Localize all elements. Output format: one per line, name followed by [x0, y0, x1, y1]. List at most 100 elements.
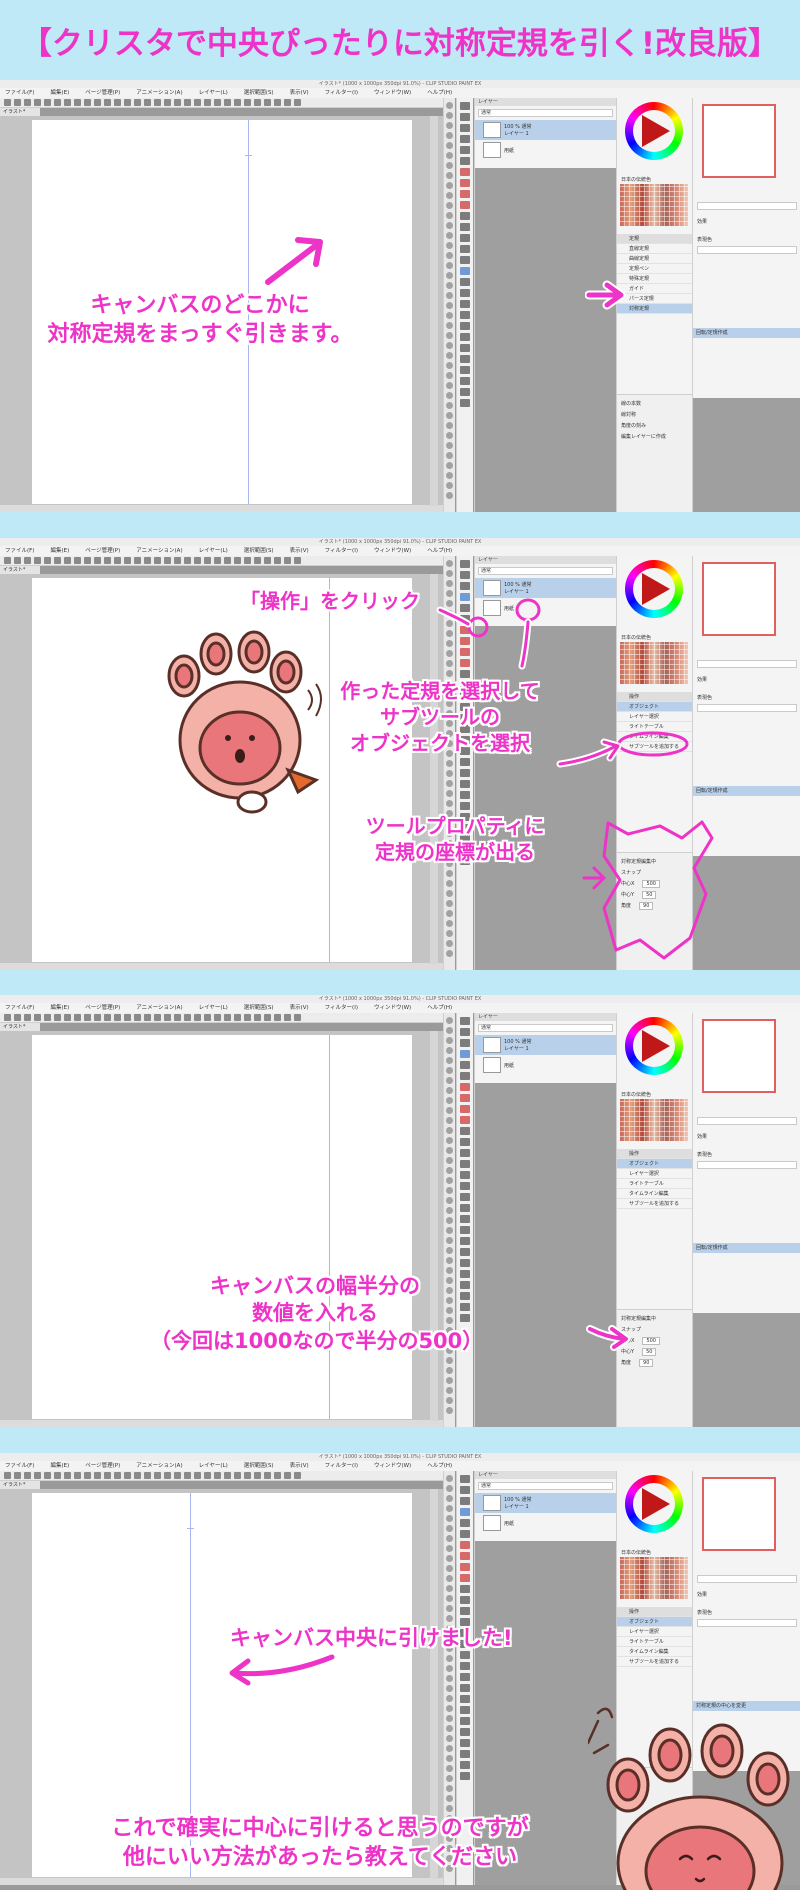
- tool-icon[interactable]: [460, 802, 470, 810]
- command-button[interactable]: [34, 1014, 41, 1021]
- subtool-item[interactable]: 定規ペン: [617, 264, 693, 274]
- command-button[interactable]: [164, 99, 171, 106]
- command-button[interactable]: [114, 1014, 121, 1021]
- command-button[interactable]: [214, 1472, 221, 1479]
- canvas-area[interactable]: [0, 116, 443, 512]
- command-button[interactable]: [224, 1472, 231, 1479]
- command-button[interactable]: [194, 557, 201, 564]
- property-row[interactable]: 線対称: [621, 410, 689, 421]
- command-button[interactable]: [4, 1014, 11, 1021]
- palette-toggle-icon[interactable]: [446, 670, 453, 677]
- menu-item[interactable]: フィルター(I): [325, 88, 358, 98]
- palette-toggle-icon[interactable]: [446, 1545, 453, 1552]
- command-button[interactable]: [74, 99, 81, 106]
- tool-icon[interactable]: [460, 1761, 470, 1769]
- palette-toggle-icon[interactable]: [446, 860, 453, 867]
- tool-icon[interactable]: [460, 1182, 470, 1190]
- palette-toggle-icon[interactable]: [446, 820, 453, 827]
- palette-toggle-icon[interactable]: [446, 1585, 453, 1592]
- menu-item[interactable]: 選択範囲(S): [244, 88, 274, 98]
- palette-toggle-icon[interactable]: [446, 1177, 453, 1184]
- tool-icon[interactable]: [460, 1497, 470, 1505]
- command-button[interactable]: [274, 1014, 281, 1021]
- subtool-item[interactable]: 曲線定規: [617, 254, 693, 264]
- command-button[interactable]: [244, 1014, 251, 1021]
- palette-toggle-icon[interactable]: [446, 1407, 453, 1414]
- palette-toggle-icon[interactable]: [446, 162, 453, 169]
- palette-toggle-icon[interactable]: [446, 182, 453, 189]
- menu-item[interactable]: アニメーション(A): [136, 1461, 182, 1471]
- tool-icon[interactable]: [460, 1486, 470, 1494]
- palette-toggle-icon[interactable]: [446, 112, 453, 119]
- palette-toggle-icon[interactable]: [446, 1097, 453, 1104]
- property-value-input[interactable]: 50: [642, 1348, 657, 1356]
- tool-icon[interactable]: [460, 1292, 470, 1300]
- tool-icon[interactable]: [460, 344, 470, 352]
- palette-toggle-icon[interactable]: [446, 1745, 453, 1752]
- palette-toggle-icon[interactable]: [446, 242, 453, 249]
- tool-icon[interactable]: [460, 791, 470, 799]
- command-button[interactable]: [244, 1472, 251, 1479]
- command-button[interactable]: [24, 99, 31, 106]
- palette-toggle-icon[interactable]: [446, 1277, 453, 1284]
- palette-toggle-icon[interactable]: [446, 1087, 453, 1094]
- palette-toggle-icon[interactable]: [446, 630, 453, 637]
- symmetry-ruler-line[interactable]: [248, 120, 249, 504]
- tool-icon[interactable]: [460, 637, 470, 645]
- command-button[interactable]: [134, 1472, 141, 1479]
- command-button[interactable]: [154, 1472, 161, 1479]
- menu-item[interactable]: レイヤー(L): [199, 88, 228, 98]
- palette-toggle-icon[interactable]: [446, 1037, 453, 1044]
- palette-toggle-icon[interactable]: [446, 710, 453, 717]
- command-button[interactable]: [204, 99, 211, 106]
- palette-toggle-icon[interactable]: [446, 1107, 453, 1114]
- command-button[interactable]: [64, 99, 71, 106]
- palette-toggle-icon[interactable]: [446, 442, 453, 449]
- property-row[interactable]: 角度の刻み: [621, 421, 689, 432]
- command-button[interactable]: [34, 1472, 41, 1479]
- palette-toggle-icon[interactable]: [446, 1685, 453, 1692]
- palette-toggle-icon[interactable]: [446, 1485, 453, 1492]
- palette-toggle-icon[interactable]: [446, 1347, 453, 1354]
- command-button[interactable]: [104, 99, 111, 106]
- menu-item[interactable]: ページ管理(P): [85, 546, 120, 556]
- command-button[interactable]: [44, 1014, 51, 1021]
- property-value-input[interactable]: 500: [642, 880, 660, 888]
- tool-icon[interactable]: [460, 1039, 470, 1047]
- palette-toggle-icon[interactable]: [446, 1615, 453, 1622]
- tool-icon[interactable]: [460, 857, 470, 865]
- command-button[interactable]: [284, 557, 291, 564]
- symmetry-ruler-line[interactable]: [329, 1035, 330, 1419]
- property-row[interactable]: スナップ: [621, 868, 689, 879]
- palette-toggle-icon[interactable]: [446, 132, 453, 139]
- menu-item[interactable]: 編集(E): [50, 1003, 69, 1013]
- subtool-item[interactable]: ガイド: [617, 284, 693, 294]
- command-button[interactable]: [44, 99, 51, 106]
- tool-icon[interactable]: [460, 758, 470, 766]
- tool-icon[interactable]: [460, 124, 470, 132]
- command-button[interactable]: [134, 99, 141, 106]
- command-button[interactable]: [134, 1014, 141, 1021]
- menu-item[interactable]: ファイル(F): [5, 546, 34, 556]
- palette-toggle-icon[interactable]: [446, 432, 453, 439]
- command-button[interactable]: [84, 1472, 91, 1479]
- command-button[interactable]: [14, 1014, 21, 1021]
- menu-item[interactable]: 表示(V): [290, 1003, 309, 1013]
- tool-icon[interactable]: [460, 322, 470, 330]
- palette-toggle-icon[interactable]: [446, 1377, 453, 1384]
- palette-toggle-icon[interactable]: [446, 1257, 453, 1264]
- palette-toggle-icon[interactable]: [446, 1795, 453, 1802]
- command-button[interactable]: [214, 99, 221, 106]
- tool-icon[interactable]: [460, 1083, 470, 1091]
- command-button[interactable]: [264, 557, 271, 564]
- palette-toggle-icon[interactable]: [446, 940, 453, 947]
- command-button[interactable]: [254, 557, 261, 564]
- subtool-item[interactable]: タイムライン編集: [617, 732, 693, 742]
- property-row[interactable]: 編集レイヤーに作成: [621, 432, 689, 443]
- expression-color-select[interactable]: [697, 1161, 797, 1169]
- subtool-item[interactable]: レイヤー選択: [617, 712, 693, 722]
- command-button[interactable]: [104, 1472, 111, 1479]
- canvas[interactable]: [32, 578, 412, 962]
- canvas-scrollbar[interactable]: [430, 1489, 438, 1879]
- color-triangle[interactable]: [642, 115, 670, 147]
